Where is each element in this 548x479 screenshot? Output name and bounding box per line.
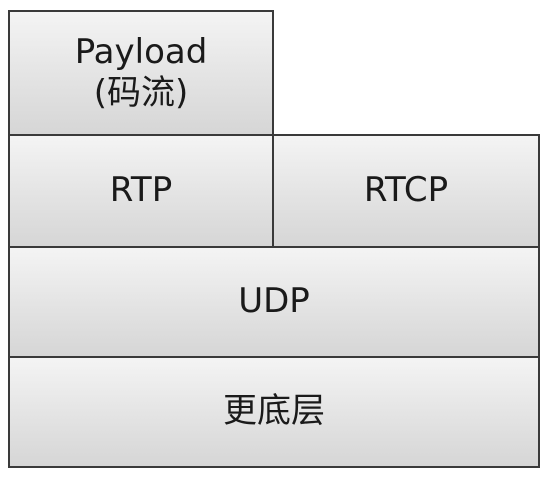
rtp-layer: RTP: [8, 134, 274, 248]
payload-sublabel: (码流): [93, 73, 189, 113]
udp-label: UDP: [238, 281, 310, 322]
lower-layer-label: 更底层: [223, 391, 325, 432]
payload-layer: Payload (码流): [8, 10, 274, 136]
rtcp-label: RTCP: [363, 170, 449, 211]
payload-label: Payload: [74, 31, 208, 72]
lower-layer: 更底层: [8, 356, 540, 468]
rtcp-layer: RTCP: [272, 134, 540, 248]
rtp-label: RTP: [109, 170, 173, 211]
protocol-stack-diagram: Payload (码流) RTP RTCP UDP 更底层: [0, 0, 548, 479]
udp-layer: UDP: [8, 246, 540, 358]
